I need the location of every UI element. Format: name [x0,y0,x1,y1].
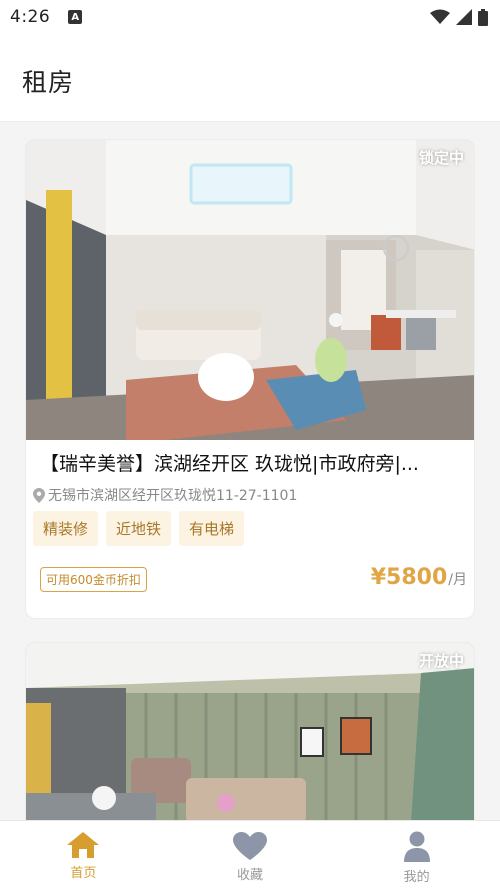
tag-near-metro: 近地铁 [106,511,172,546]
tab-favorites-label: 收藏 [237,868,264,883]
app-header: 租房 [0,34,500,122]
tab-home-label: 首页 [70,866,97,881]
feature-tags: 精装修 近地铁 有电梯 [33,511,245,546]
home-icon [67,832,100,858]
address-text: 无锡市滨湖区经开区玖珑悦11-27-1101 [48,488,298,504]
status-indicators [430,8,488,26]
price-unit: /月 [448,572,467,588]
status-time: 4:26 [10,7,51,27]
coin-discount-badge: 可用600金币折扣 [40,567,147,592]
app-notification-icon: A [68,10,83,24]
listing-address: 无锡市滨湖区经开区玖珑悦11-27-1101 [33,485,297,505]
page-title: 租房 [22,68,75,97]
battery-icon [478,8,488,26]
wifi-icon [430,9,450,24]
status-bar: 4:26 A [0,0,500,34]
tag-elevator: 有电梯 [179,511,245,546]
location-pin-icon [33,487,45,503]
bottom-tab-bar: 首页 收藏 我的 [0,820,500,888]
tab-profile-label: 我的 [403,870,430,885]
signal-icon [456,9,472,25]
tab-home[interactable]: 首页 [0,821,167,888]
listing-photo[interactable] [26,140,475,440]
price: ¥5800 /月 [371,565,467,590]
tab-profile[interactable]: 我的 [333,821,500,888]
price-value: ¥5800 [370,565,448,590]
status-badge: 锁定中 [418,149,464,167]
status-badge: 开放中 [418,652,464,670]
listing-card[interactable]: 开放中 [25,642,475,820]
listing-card[interactable]: 锁定中 【瑞辛美誉】滨湖经开区 玖珑悦|市政府旁|... 无锡市滨湖区经开区玖珑… [25,139,475,619]
listing-photo[interactable] [26,643,475,820]
user-icon [403,831,430,862]
listing-title[interactable]: 【瑞辛美誉】滨湖经开区 玖珑悦|市政府旁|... [40,449,466,476]
heart-icon [233,832,267,860]
tab-favorites[interactable]: 收藏 [167,821,334,888]
listing-feed[interactable]: 锁定中 【瑞辛美誉】滨湖经开区 玖珑悦|市政府旁|... 无锡市滨湖区经开区玖珑… [0,122,500,820]
tag-decoration: 精装修 [33,511,99,546]
